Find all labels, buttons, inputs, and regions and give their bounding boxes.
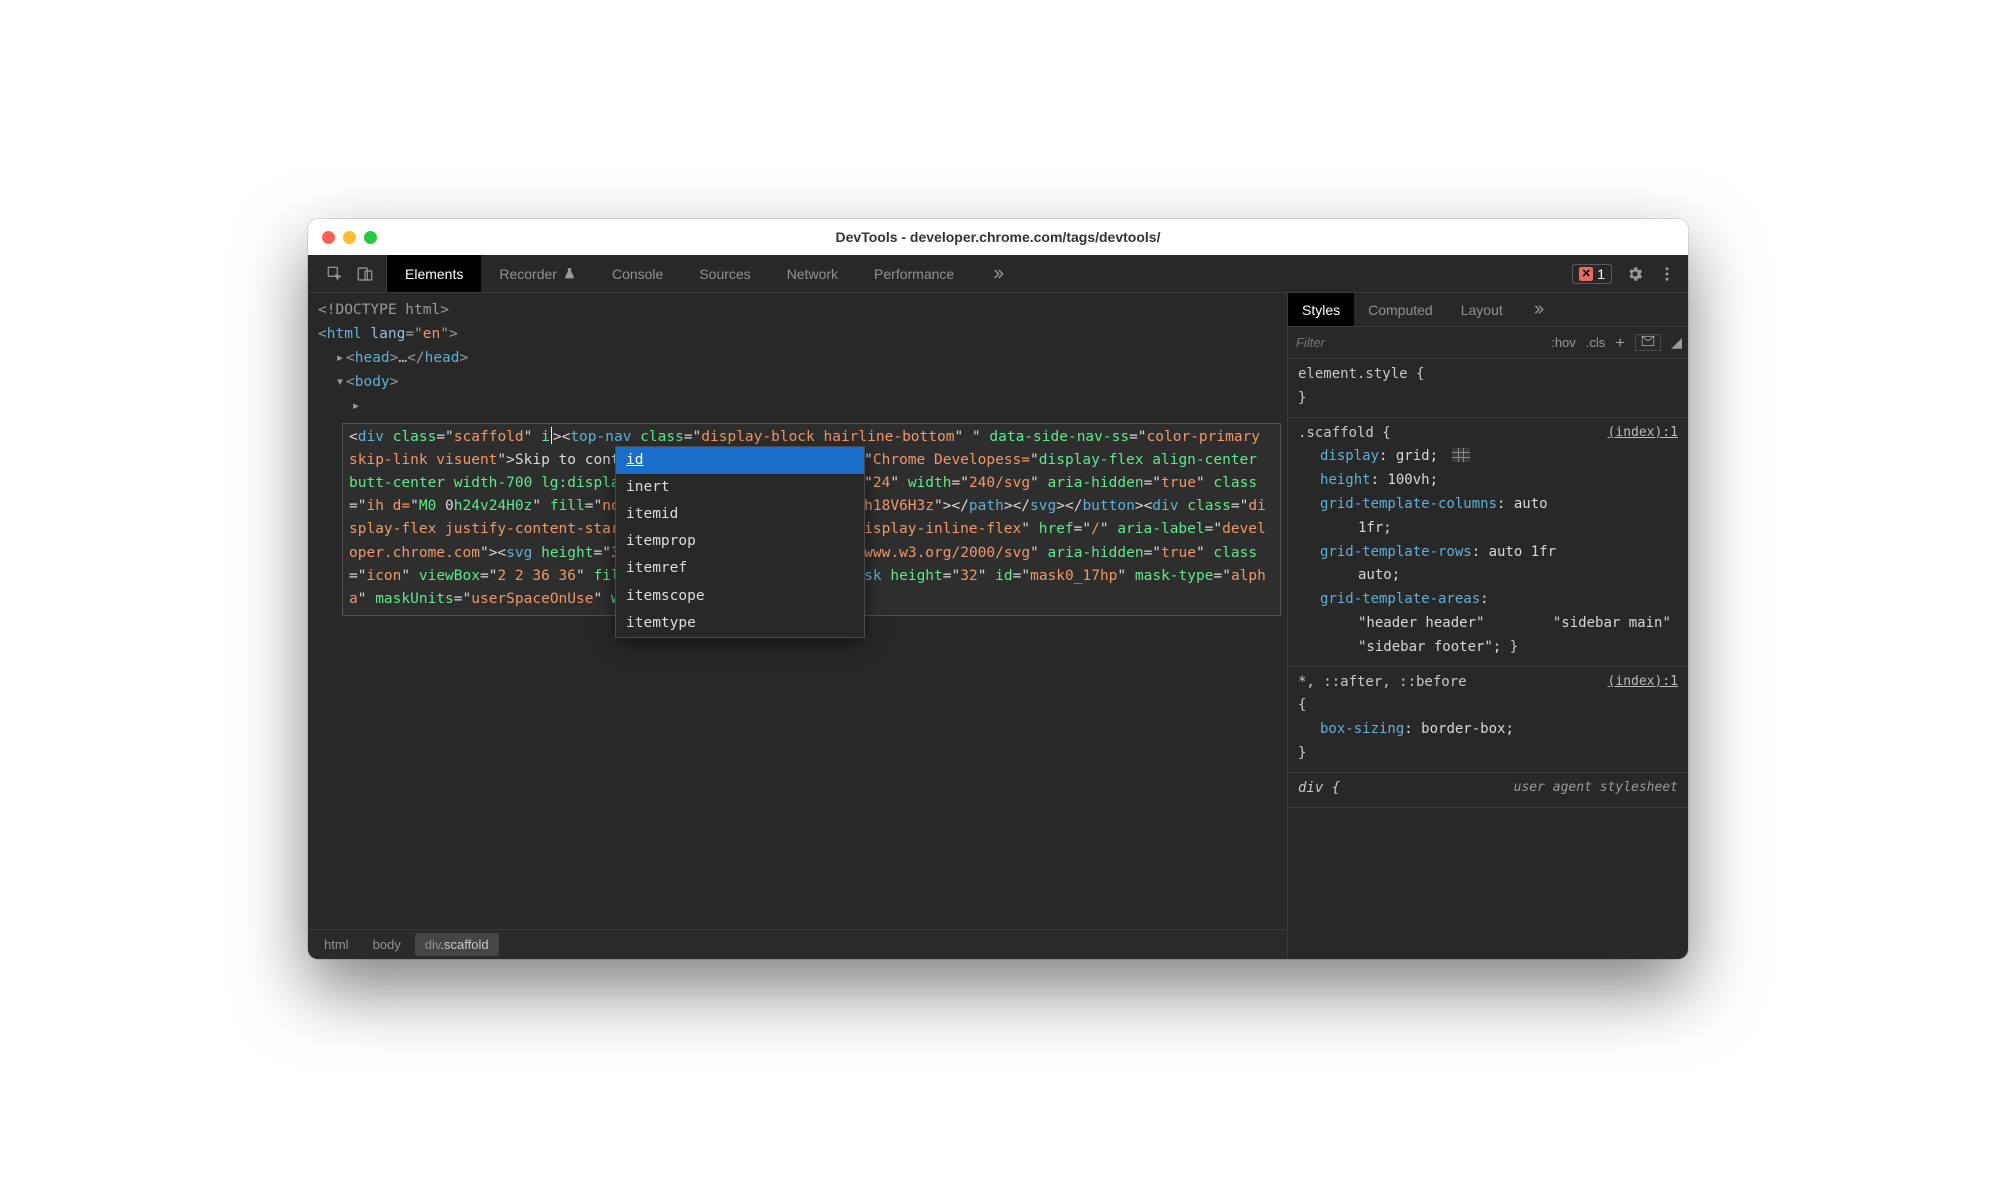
error-count-badge[interactable]: ✕ 1 [1572,264,1612,284]
autocomplete-item[interactable]: itemscope [616,583,864,610]
resize-corner-icon: ◢ [1671,334,1682,351]
autocomplete-item[interactable]: id [616,447,864,474]
style-rule-scaffold[interactable]: (index):1 .scaffold { display: grid; hei… [1288,418,1688,667]
autocomplete-item[interactable]: itemtype [616,610,864,637]
inspect-element-icon[interactable] [326,265,344,283]
devtools-tabstrip: Elements Recorder Console Sources Networ… [308,255,1688,293]
error-count: 1 [1597,266,1605,282]
tabs-overflow-button[interactable] [972,255,1024,292]
chevrons-right-icon [1531,302,1546,317]
autocomplete-item[interactable]: inert [616,474,864,501]
tab-network[interactable]: Network [769,255,856,292]
chevrons-right-icon [990,266,1006,282]
styles-sidebar: Styles Computed Layout :hov .cls + ◢ [1288,293,1688,959]
window-title: DevTools - developer.chrome.com/tags/dev… [308,229,1688,245]
new-style-rule-button[interactable]: + [1615,333,1625,353]
tab-console[interactable]: Console [594,255,681,292]
expand-triangle-icon[interactable]: ▸ [350,395,362,419]
expand-triangle-icon[interactable]: ▸ [334,347,346,371]
styles-filter-input[interactable] [1294,333,1541,352]
breadcrumb-item-active[interactable]: div.scaffold [415,933,499,956]
dom-breadcrumb: html body div.scaffold [308,929,1287,959]
traffic-lights [322,231,377,244]
close-window-button[interactable] [322,231,335,244]
collapse-triangle-icon[interactable]: ▾ [334,371,346,395]
breadcrumb-item[interactable]: body [363,933,411,956]
doctype-node: <!DOCTYPE html> [318,302,449,318]
source-link[interactable]: (index):1 [1608,422,1678,444]
flask-icon [563,267,576,280]
zoom-window-button[interactable] [364,231,377,244]
computed-styles-sidebar-icon[interactable] [1635,334,1661,351]
tab-performance[interactable]: Performance [856,255,972,292]
grid-badge-icon[interactable] [1452,448,1470,462]
sidebar-tab-styles[interactable]: Styles [1288,293,1354,326]
style-rule-element-style[interactable]: element.style { } [1288,359,1688,418]
tab-elements[interactable]: Elements [387,255,481,292]
toggle-hover-button[interactable]: :hov [1551,335,1576,350]
attribute-autocomplete-popup[interactable]: id inert itemid itemprop itemref itemsco… [615,446,865,638]
source-link[interactable]: (index):1 [1608,671,1678,693]
autocomplete-item[interactable]: itemref [616,555,864,582]
style-rule-universal[interactable]: (index):1 *, ::after, ::before{ box-sizi… [1288,667,1688,773]
settings-gear-icon[interactable] [1626,265,1644,283]
dom-tree[interactable]: <!DOCTYPE html> <html lang="en"> ▸<head>… [308,293,1287,929]
html-element-node[interactable]: <html lang="en"> [318,323,1287,347]
breadcrumb-item[interactable]: html [314,933,359,956]
error-icon: ✕ [1579,267,1593,281]
user-agent-label: user agent stylesheet [1514,777,1678,799]
autocomplete-item[interactable]: itemprop [616,528,864,555]
sidebar-tabs-overflow[interactable] [1517,293,1560,326]
minimize-window-button[interactable] [343,231,356,244]
body-element-node[interactable]: ▾<body> [318,371,1287,395]
more-vertical-icon[interactable] [1658,265,1676,283]
device-toolbar-icon[interactable] [356,265,374,283]
tab-sources[interactable]: Sources [681,255,768,292]
toggle-classes-button[interactable]: .cls [1586,335,1606,350]
window-titlebar: DevTools - developer.chrome.com/tags/dev… [308,219,1688,255]
sidebar-tab-layout[interactable]: Layout [1447,293,1517,326]
style-rule-user-agent[interactable]: user agent stylesheet div { [1288,773,1688,808]
edit-as-html-box[interactable]: id inert itemid itemprop itemref itemsco… [342,423,1281,617]
tab-recorder[interactable]: Recorder [481,255,594,292]
sidebar-tab-computed[interactable]: Computed [1354,293,1447,326]
head-element-node[interactable]: ▸<head>…</head> [318,347,1287,371]
autocomplete-item[interactable]: itemid [616,501,864,528]
